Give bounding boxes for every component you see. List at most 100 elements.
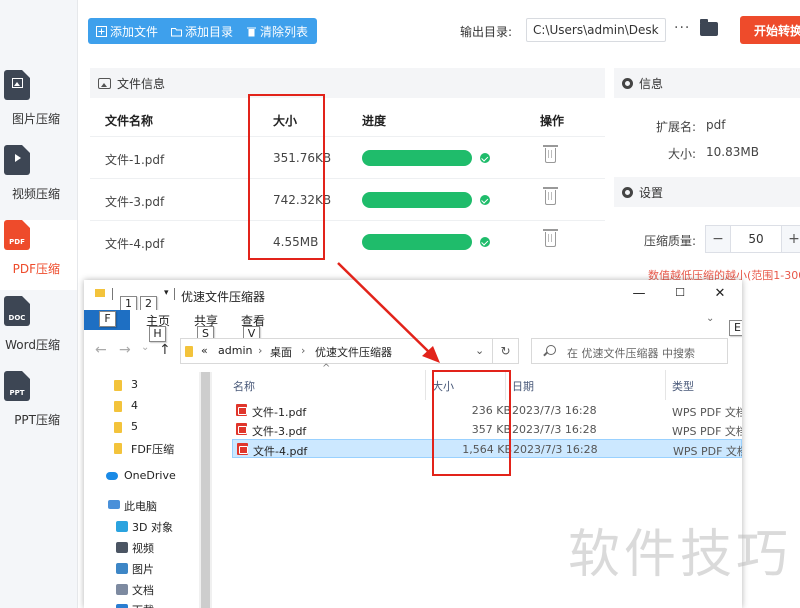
progress-bar bbox=[362, 150, 472, 166]
file-date: 2023/7/3 16:28 bbox=[512, 404, 597, 417]
back-arrow-icon[interactable]: ← bbox=[95, 342, 107, 358]
scrollbar-thumb[interactable] bbox=[201, 372, 210, 608]
forward-arrow-icon[interactable]: → bbox=[119, 342, 131, 358]
size-label: 大小: bbox=[667, 147, 696, 161]
breadcrumb-current[interactable]: 优速文件压缩器 bbox=[315, 344, 392, 360]
minimize-icon[interactable]: — bbox=[629, 286, 649, 304]
check-icon bbox=[480, 153, 490, 163]
add-directory-label: 添加目录 bbox=[185, 24, 234, 39]
quality-decrement-button[interactable]: − bbox=[705, 225, 731, 253]
trash-icon bbox=[247, 27, 257, 36]
size-value: 10.83MB bbox=[706, 145, 759, 159]
file-name: 文件-1.pdf bbox=[105, 153, 165, 167]
clear-list-button[interactable]: 清除列表 bbox=[246, 23, 308, 40]
sidebar-item-ppt[interactable]: PPT PPT压缩 bbox=[0, 371, 77, 441]
nav-scrollbar[interactable] bbox=[199, 372, 212, 608]
breadcrumb-desktop[interactable]: 桌面 bbox=[270, 344, 292, 360]
breadcrumb-overflow[interactable]: « bbox=[201, 344, 208, 357]
column-divider[interactable] bbox=[425, 370, 426, 400]
nav-item-3d[interactable]: 3D 对象 bbox=[132, 519, 173, 535]
chevron-down-icon[interactable]: ⌄ bbox=[475, 344, 484, 357]
qat-dropdown-icon[interactable]: ▾ bbox=[164, 288, 169, 298]
quality-label: 压缩质量: bbox=[643, 234, 696, 248]
column-header-action: 操作 bbox=[540, 114, 565, 128]
sidebar-item-video[interactable]: 视频压缩 bbox=[0, 145, 77, 215]
file-date: 2023/7/3 16:28 bbox=[513, 443, 598, 456]
documents-icon bbox=[116, 584, 128, 595]
address-bar[interactable]: « admin › 桌面 › 优速文件压缩器 ⌄ bbox=[180, 338, 493, 364]
breadcrumb-admin[interactable]: admin bbox=[218, 344, 252, 357]
search-placeholder: 在 优速文件压缩器 中搜索 bbox=[567, 347, 695, 360]
delete-icon[interactable] bbox=[543, 145, 558, 163]
nav-item-5[interactable]: 5 bbox=[131, 420, 138, 433]
file-name: 文件-3.pdf bbox=[105, 195, 165, 209]
up-arrow-icon[interactable]: ↑ bbox=[159, 342, 171, 358]
sidebar-item-label: 视频压缩 bbox=[11, 187, 60, 201]
add-file-icon bbox=[96, 25, 107, 37]
breadcrumb-separator: › bbox=[258, 344, 263, 357]
add-file-label: 添加文件 bbox=[110, 24, 159, 39]
sidebar-item-pdf[interactable]: PDF PDF压缩 bbox=[0, 220, 77, 290]
maximize-icon[interactable]: ☐ bbox=[670, 286, 690, 304]
output-directory-label: 输出目录: bbox=[460, 25, 513, 39]
nav-item-onedrive[interactable]: OneDrive bbox=[124, 469, 176, 482]
open-folder-icon[interactable] bbox=[700, 19, 718, 36]
nav-item-pictures[interactable]: 图片 bbox=[132, 561, 154, 577]
tab-file[interactable]: F bbox=[84, 310, 130, 330]
gear-icon bbox=[622, 186, 633, 198]
settings-header: 设置 bbox=[614, 177, 800, 207]
column-header-progress: 进度 bbox=[362, 114, 387, 128]
computer-icon bbox=[108, 500, 120, 509]
sidebar-item-word[interactable]: DOC Word压缩 bbox=[0, 296, 77, 366]
add-directory-button[interactable]: 添加目录 bbox=[171, 23, 233, 40]
highlight-box-explorer-sizes bbox=[432, 370, 511, 476]
keytip-file: F bbox=[99, 311, 116, 327]
pdf-file-icon: PDF bbox=[4, 220, 30, 250]
folder-icon bbox=[185, 346, 193, 357]
start-convert-button[interactable]: 开始转换 bbox=[740, 16, 800, 44]
nav-item-documents[interactable]: 文档 bbox=[132, 582, 154, 598]
quality-increment-button[interactable]: + bbox=[781, 225, 800, 253]
info-header: 信息 bbox=[614, 68, 800, 98]
file-name: 文件-3.pdf bbox=[252, 425, 307, 438]
column-header-type[interactable]: 类型 bbox=[672, 378, 694, 394]
recent-dropdown-icon[interactable]: ⌄ bbox=[141, 342, 149, 353]
nav-item-downloads[interactable]: 下载 bbox=[132, 602, 154, 608]
info-panel: 信息 扩展名: pdf 大小: 10.83MB bbox=[614, 68, 800, 172]
folder-icon bbox=[95, 289, 105, 297]
panel-title: 信息 bbox=[639, 76, 664, 91]
output-path-input[interactable] bbox=[526, 18, 666, 42]
nav-item-fdf[interactable]: FDF压缩 bbox=[131, 441, 174, 457]
gear-icon bbox=[622, 77, 633, 89]
video-file-icon bbox=[4, 145, 30, 175]
column-divider[interactable] bbox=[665, 370, 666, 400]
column-header-date[interactable]: 日期 bbox=[512, 378, 534, 394]
sidebar-item-image[interactable]: 图片压缩 bbox=[0, 70, 77, 140]
refresh-icon[interactable]: ↻ bbox=[493, 338, 519, 364]
column-header-name: 文件名称 bbox=[105, 114, 154, 128]
table-row: 文件-4.pdf 4.55MB bbox=[90, 220, 605, 262]
delete-icon[interactable] bbox=[543, 229, 558, 247]
file-name: 文件-4.pdf bbox=[253, 445, 308, 458]
pictures-icon bbox=[116, 563, 128, 574]
close-icon[interactable]: ✕ bbox=[710, 286, 730, 304]
nav-item-video[interactable]: 视频 bbox=[132, 540, 154, 556]
column-header-name[interactable]: 名称 bbox=[233, 378, 255, 394]
sort-ascending-icon: ^ bbox=[322, 363, 331, 374]
more-options-button[interactable]: ··· bbox=[674, 20, 690, 36]
extension-label: 扩展名: bbox=[655, 120, 696, 134]
nav-item-4[interactable]: 4 bbox=[131, 399, 138, 412]
nav-item-this-pc[interactable]: 此电脑 bbox=[124, 498, 157, 514]
panel-title: 设置 bbox=[639, 185, 664, 200]
delete-icon[interactable] bbox=[543, 187, 558, 205]
add-file-button[interactable]: 添加文件 bbox=[96, 23, 158, 40]
quality-input[interactable]: 50 bbox=[731, 225, 781, 253]
doc-file-icon: DOC bbox=[4, 296, 30, 326]
nav-item-3[interactable]: 3 bbox=[131, 378, 138, 391]
sidebar-item-label: 图片压缩 bbox=[11, 112, 60, 126]
table-row: 文件-3.pdf 742.32KB bbox=[90, 178, 605, 220]
search-input[interactable]: 在 优速文件压缩器 中搜索 bbox=[531, 338, 728, 364]
progress-bar bbox=[362, 234, 472, 250]
check-icon bbox=[480, 195, 490, 205]
ribbon-expand-icon[interactable]: ⌄ bbox=[706, 313, 714, 324]
